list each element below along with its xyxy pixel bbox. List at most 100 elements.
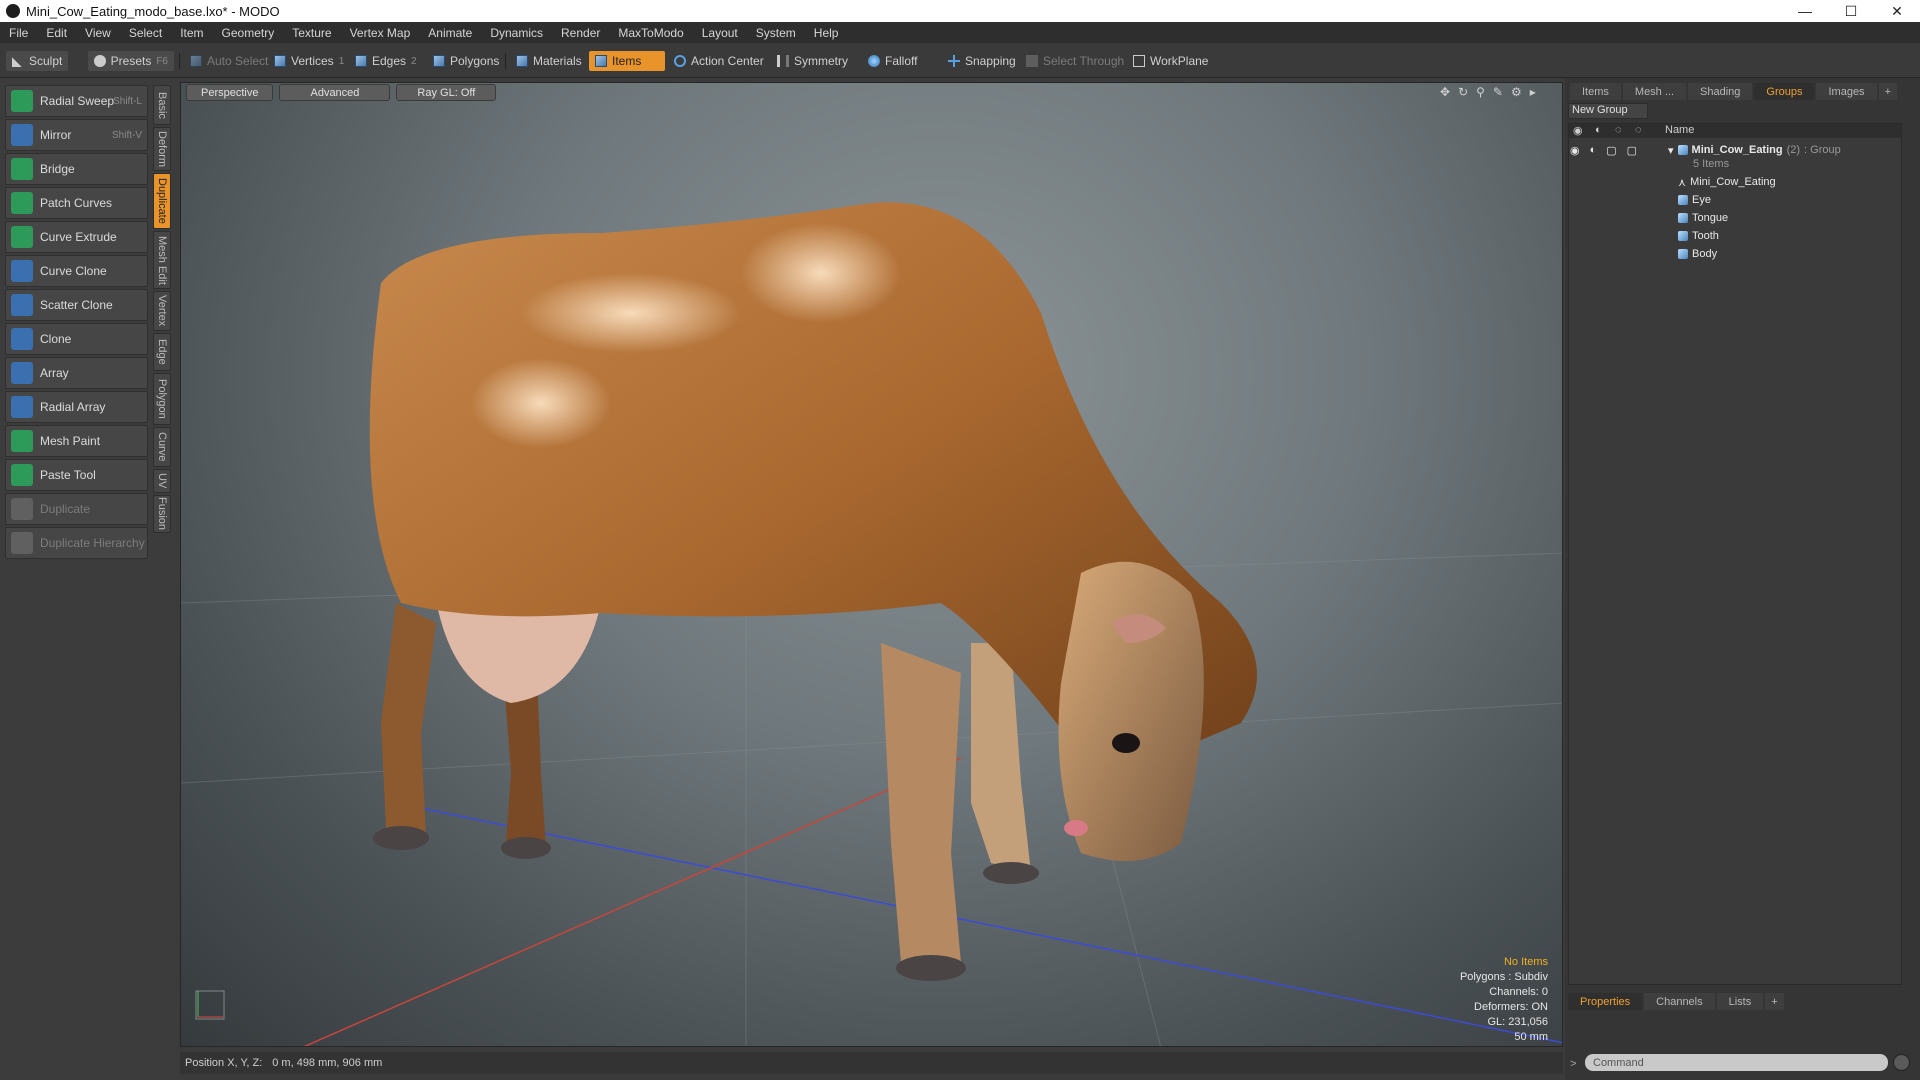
render-column-icon[interactable]: ◐ <box>1595 124 1602 136</box>
menu-maxtomodo[interactable]: MaxToModo <box>609 26 692 40</box>
tool-radial-array[interactable]: Radial Array <box>5 391 148 423</box>
items-button[interactable]: Items <box>589 51 665 71</box>
vertices-button[interactable]: Vertices 1 <box>268 51 350 71</box>
menu-view[interactable]: View <box>76 26 120 40</box>
materials-button[interactable]: Materials <box>510 51 588 71</box>
sculpt-button[interactable]: Sculpt <box>6 51 69 71</box>
new-group-button[interactable]: New Group <box>1568 103 1648 119</box>
add-properties-tab-icon[interactable]: + <box>1765 993 1784 1010</box>
tool-paste-tool[interactable]: Paste Tool <box>5 459 148 491</box>
tab-shading[interactable]: Shading <box>1688 83 1753 100</box>
vtab-label: Fusion <box>156 497 168 531</box>
edges-label: Edges <box>372 54 407 68</box>
pencil-icon[interactable]: ✎ <box>1493 85 1503 99</box>
tab-items[interactable]: Items <box>1570 83 1621 100</box>
group-render-icon[interactable]: ◐ <box>1590 144 1597 156</box>
pan-icon[interactable]: ✥ <box>1440 85 1450 99</box>
tab-properties[interactable]: Properties <box>1568 993 1643 1010</box>
group-child-row[interactable]: Eye <box>1678 192 1711 208</box>
tool-array[interactable]: Array <box>5 357 148 389</box>
action-center-button[interactable]: Action Center <box>668 51 770 71</box>
tool-clone[interactable]: Clone <box>5 323 148 355</box>
collapse-arrow-icon[interactable]: ▾ <box>1668 144 1674 157</box>
vtab-deform[interactable]: Deform <box>153 127 171 171</box>
minimize-button[interactable]: — <box>1782 0 1828 22</box>
menu-animate[interactable]: Animate <box>419 26 481 40</box>
menu-geometry[interactable]: Geometry <box>213 26 284 40</box>
locator-icon: ⋏ <box>1678 176 1687 189</box>
add-tab-icon[interactable]: + <box>1878 83 1897 100</box>
tab-images[interactable]: Images <box>1816 83 1877 100</box>
tool-duplicate-hierarchy[interactable]: Duplicate Hierarchy <box>5 527 148 559</box>
select-column-icon[interactable]: ◌ <box>1635 124 1642 136</box>
vtab-vertex[interactable]: Vertex <box>153 291 171 331</box>
menu-item[interactable]: Item <box>171 26 212 40</box>
tool-curve-clone[interactable]: Curve Clone <box>5 255 148 287</box>
menu-dynamics[interactable]: Dynamics <box>481 26 552 40</box>
menu-file[interactable]: File <box>0 26 37 40</box>
vtab-mesh-edit[interactable]: Mesh Edit <box>153 231 171 289</box>
tab-mesh[interactable]: Mesh ... <box>1622 83 1687 100</box>
group-child-row[interactable]: ⋏ Mini_Cow_Eating <box>1678 174 1776 190</box>
edges-button[interactable]: Edges 2 <box>349 51 423 71</box>
snapping-label: Snapping <box>965 54 1016 68</box>
falloff-button[interactable]: Falloff <box>862 51 923 71</box>
tool-curve-extrude[interactable]: Curve Extrude <box>5 221 148 253</box>
tool-radial-sweep[interactable]: Radial Sweep Shift-L <box>5 85 148 117</box>
menu-texture[interactable]: Texture <box>283 26 340 40</box>
group-lock-icon[interactable]: ▢ <box>1606 144 1616 157</box>
zoom-icon[interactable]: ⚲ <box>1476 85 1485 99</box>
tool-label: Patch Curves <box>40 196 113 210</box>
perspective-dropdown[interactable]: Perspective <box>186 84 274 101</box>
auto-select-button[interactable]: Auto Select <box>184 51 274 71</box>
tool-patch-curves[interactable]: Patch Curves <box>5 187 148 219</box>
tool-duplicate[interactable]: Duplicate <box>5 493 148 525</box>
tool-mirror[interactable]: Mirror Shift-V <box>5 119 148 151</box>
workplane-button[interactable]: WorkPlane <box>1127 51 1214 71</box>
menu-edit[interactable]: Edit <box>37 26 76 40</box>
eye-column-icon[interactable]: ◉ <box>1573 124 1583 137</box>
expand-arrow-icon[interactable]: ▸ <box>1530 85 1536 99</box>
menu-vertex-map[interactable]: Vertex Map <box>341 26 420 40</box>
vtab-curve[interactable]: Curve <box>153 427 171 467</box>
group-child-row[interactable]: Body <box>1678 246 1717 262</box>
menu-system[interactable]: System <box>747 26 805 40</box>
vtab-edge[interactable]: Edge <box>153 333 171 371</box>
group-child-name: Mini_Cow_Eating <box>1690 176 1776 188</box>
symmetry-button[interactable]: Symmetry <box>771 51 854 71</box>
presets-button[interactable]: Presets F6 <box>88 51 174 71</box>
tool-bridge[interactable]: Bridge <box>5 153 148 185</box>
vtab-basic[interactable]: Basic <box>153 85 171 125</box>
vtab-polygon[interactable]: Polygon <box>153 373 171 425</box>
group-child-row[interactable]: Tongue <box>1678 210 1728 226</box>
menu-render[interactable]: Render <box>552 26 609 40</box>
command-input[interactable]: Command <box>1585 1054 1888 1071</box>
lock-column-icon[interactable]: ◌ <box>1615 124 1622 136</box>
rotate-icon[interactable]: ↻ <box>1458 85 1468 99</box>
menu-select[interactable]: Select <box>120 26 171 40</box>
select-through-button[interactable]: Select Through <box>1020 51 1130 71</box>
group-select-icon[interactable]: ▢ <box>1627 144 1637 157</box>
tab-lists[interactable]: Lists <box>1716 993 1764 1010</box>
raygl-dropdown[interactable]: Ray GL: Off <box>396 84 497 101</box>
tool-scatter-clone[interactable]: Scatter Clone <box>5 289 148 321</box>
vtab-uv[interactable]: UV <box>153 469 171 493</box>
snapping-button[interactable]: Snapping <box>942 51 1022 71</box>
advanced-dropdown[interactable]: Advanced <box>279 84 391 101</box>
vtab-fusion[interactable]: Fusion <box>153 495 171 533</box>
command-history-button[interactable] <box>1893 1054 1910 1071</box>
settings-icon[interactable]: ⚙ <box>1511 85 1522 99</box>
tab-groups[interactable]: Groups <box>1754 83 1815 100</box>
polygons-button[interactable]: Polygons <box>427 51 505 71</box>
tool-mesh-paint[interactable]: Mesh Paint <box>5 425 148 457</box>
3d-viewport[interactable] <box>180 82 1563 1047</box>
maximize-button[interactable]: ☐ <box>1828 0 1874 22</box>
vtab-duplicate[interactable]: Duplicate <box>153 173 171 229</box>
close-button[interactable]: ✕ <box>1874 0 1920 22</box>
group-child-row[interactable]: Tooth <box>1678 228 1719 244</box>
group-visibility-icon[interactable]: ◉ <box>1570 144 1580 157</box>
tab-channels[interactable]: Channels <box>1644 993 1715 1010</box>
menu-layout[interactable]: Layout <box>693 26 747 40</box>
properties-tabs: Properties Channels Lists + <box>1568 993 1784 1011</box>
menu-help[interactable]: Help <box>805 26 848 40</box>
